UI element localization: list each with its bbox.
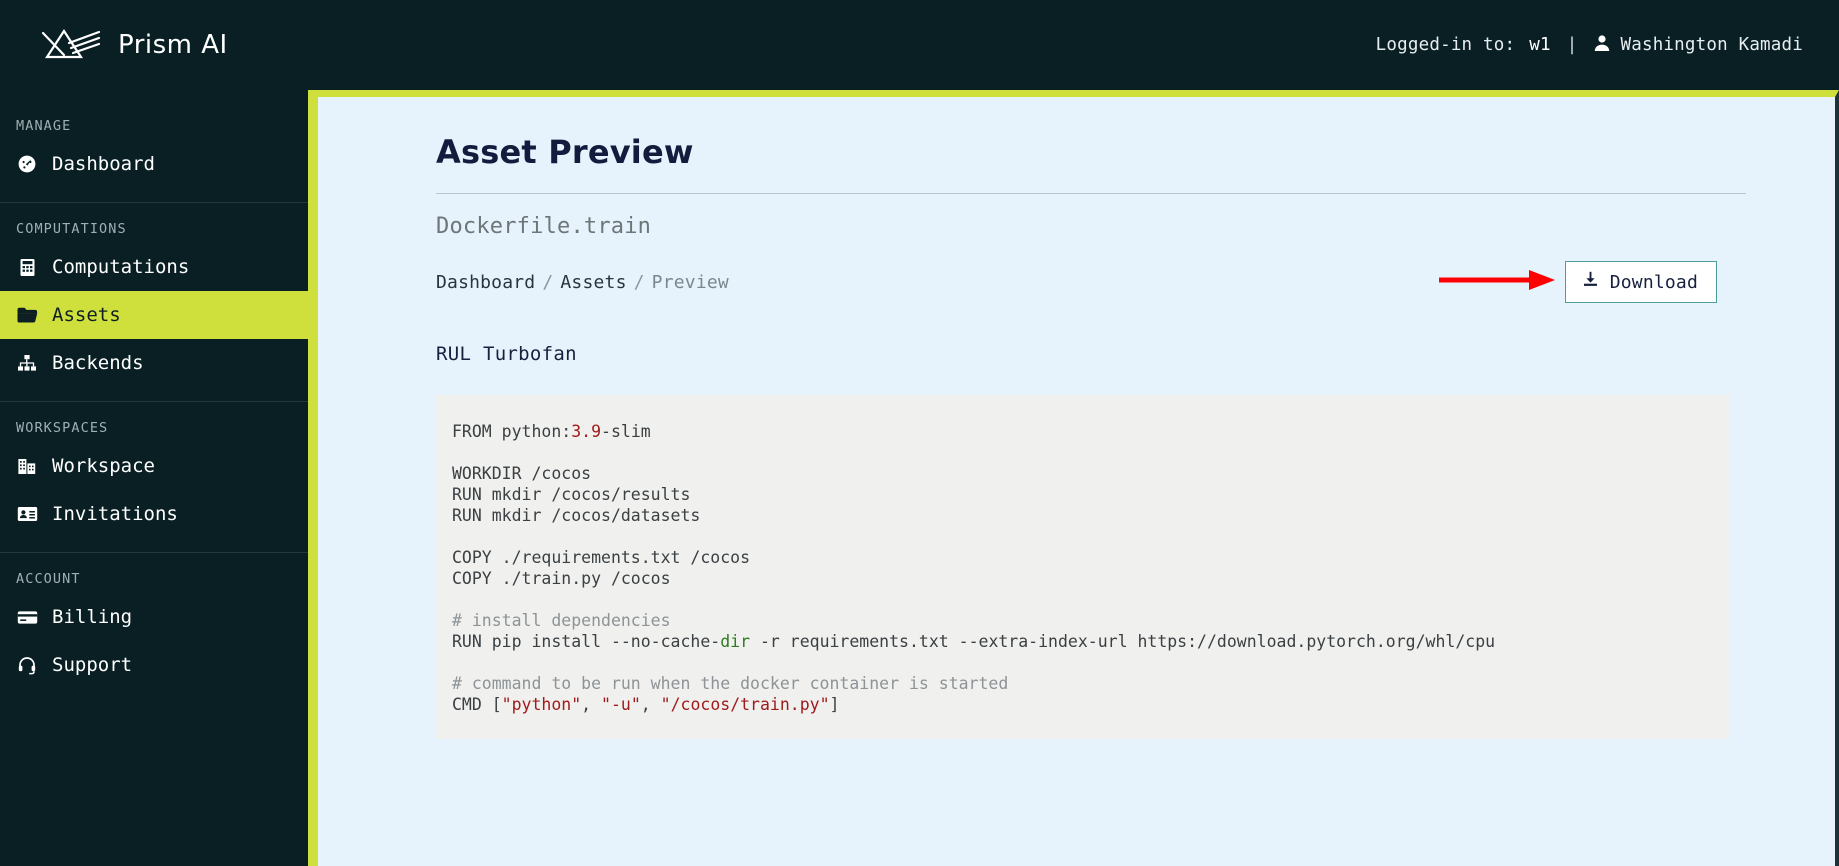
code-line: FROM python:3.9-slim xyxy=(452,422,651,441)
download-button-label: Download xyxy=(1609,271,1698,293)
sidebar-group-computations: COMPUTATIONS Computations Assets Backend… xyxy=(0,202,308,387)
sidebar-item-support[interactable]: Support xyxy=(0,641,308,689)
sidebar-item-workspace[interactable]: Workspace xyxy=(0,442,308,490)
sidebar-group-account: ACCOUNT Billing Support xyxy=(0,552,308,689)
credit-card-icon xyxy=(16,606,38,628)
download-icon xyxy=(1582,271,1599,293)
workspace-value[interactable]: w1 xyxy=(1525,35,1550,55)
user-avatar-icon xyxy=(1593,34,1611,57)
code-line: COPY ./requirements.txt /cocos xyxy=(452,548,751,567)
calculator-icon xyxy=(16,256,38,278)
breadcrumb-item-preview: Preview xyxy=(651,271,729,293)
asset-name: RUL Turbofan xyxy=(436,343,577,365)
title-divider xyxy=(436,193,1746,194)
sidebar-item-computations[interactable]: Computations xyxy=(0,243,308,291)
brand[interactable]: Prism AI xyxy=(40,25,228,65)
building-icon xyxy=(16,455,38,477)
code-line: RUN mkdir /cocos/results xyxy=(452,485,691,504)
logged-in-label: Logged-in to: xyxy=(1375,35,1516,55)
code-content: FROM python:3.9-slim WORKDIR /cocos RUN … xyxy=(452,421,1729,715)
content-frame: Asset Preview Dockerfile.train Dashboard… xyxy=(308,90,1839,866)
red-arrow-pointer xyxy=(1437,266,1565,298)
code-token-version: 3.9 xyxy=(571,422,602,441)
code-line: CMD ["python", "-u", "/cocos/train.py"] xyxy=(452,695,840,714)
code-token-string: "/cocos/train.py" xyxy=(660,695,830,714)
sidebar-item-backends[interactable]: Backends xyxy=(0,339,308,387)
id-card-icon xyxy=(16,503,38,525)
code-line: COPY ./train.py /cocos xyxy=(452,569,671,588)
breadcrumb-separator: / xyxy=(633,271,645,293)
code-comment: # install dependencies xyxy=(452,611,671,630)
asset-file-name: Dockerfile.train xyxy=(436,214,652,239)
gauge-icon xyxy=(16,153,38,175)
topbar-right: Logged-in to: w1 | Washington Kamadi xyxy=(1376,34,1811,57)
sidebar-group-label-computations: COMPUTATIONS xyxy=(16,221,127,237)
body: MANAGE Dashboard COMPUTATIONS Computatio… xyxy=(0,90,1839,866)
folder-icon xyxy=(16,304,38,326)
breadcrumb-separator: / xyxy=(542,271,554,293)
breadcrumb: Dashboard / Assets / Preview xyxy=(436,272,729,293)
sidebar-item-label-billing: Billing xyxy=(52,606,133,628)
headset-icon xyxy=(16,654,38,676)
sitemap-icon xyxy=(16,352,38,374)
code-comment: # command to be run when the docker cont… xyxy=(452,674,1009,693)
sidebar-item-label-backends: Backends xyxy=(52,352,144,374)
breadcrumb-item-assets[interactable]: Assets xyxy=(560,272,626,293)
sidebar-group-label-manage: MANAGE xyxy=(16,118,72,134)
download-button[interactable]: Download xyxy=(1564,261,1717,303)
code-token-string: "python" xyxy=(501,695,582,714)
download-area: Download xyxy=(1439,261,1717,303)
sidebar-group-label-workspaces: WORKSPACES xyxy=(16,420,109,436)
sidebar-group-workspaces: WORKSPACES Workspace Invitations xyxy=(0,401,308,538)
app-root: Prism AI Logged-in to: w1 | Washington K… xyxy=(0,0,1839,866)
topbar-separator: | xyxy=(1566,35,1578,55)
code-line: WORKDIR /cocos xyxy=(452,464,592,483)
sidebar-item-dashboard[interactable]: Dashboard xyxy=(0,140,308,188)
sidebar-item-label-assets: Assets xyxy=(52,304,121,326)
code-token-string: "-u" xyxy=(601,695,641,714)
sidebar-item-label-workspace: Workspace xyxy=(52,455,155,477)
sidebar-item-invitations[interactable]: Invitations xyxy=(0,490,308,538)
prism-logo-icon xyxy=(40,25,102,65)
sidebar-item-label-dashboard: Dashboard xyxy=(52,153,155,175)
brand-name: Prism AI xyxy=(118,30,228,60)
top-bar: Prism AI Logged-in to: w1 | Washington K… xyxy=(0,0,1839,90)
breadcrumb-row: Dashboard / Assets / Preview Download xyxy=(436,261,1717,303)
sidebar-item-label-computations: Computations xyxy=(52,256,190,278)
sidebar-item-label-invitations: Invitations xyxy=(52,503,178,525)
code-line: RUN pip install --no-cache-dir -r requir… xyxy=(452,632,1496,651)
sidebar-item-assets[interactable]: Assets xyxy=(0,291,308,339)
sidebar-item-label-support: Support xyxy=(52,654,133,676)
sidebar-group-label-account: ACCOUNT xyxy=(16,571,81,587)
sidebar-group-manage: MANAGE Dashboard xyxy=(0,100,308,188)
user-menu[interactable]: Washington Kamadi xyxy=(1593,34,1803,57)
breadcrumb-item-dashboard[interactable]: Dashboard xyxy=(436,272,535,293)
code-line: RUN mkdir /cocos/datasets xyxy=(452,506,701,525)
code-token-dir: dir xyxy=(720,632,751,651)
sidebar-item-billing[interactable]: Billing xyxy=(0,593,308,641)
code-preview-block: FROM python:3.9-slim WORKDIR /cocos RUN … xyxy=(436,395,1729,739)
sidebar: MANAGE Dashboard COMPUTATIONS Computatio… xyxy=(0,90,308,866)
main-content: Asset Preview Dockerfile.train Dashboard… xyxy=(318,97,1835,866)
user-name: Washington Kamadi xyxy=(1620,35,1803,55)
page-title: Asset Preview xyxy=(436,133,694,171)
